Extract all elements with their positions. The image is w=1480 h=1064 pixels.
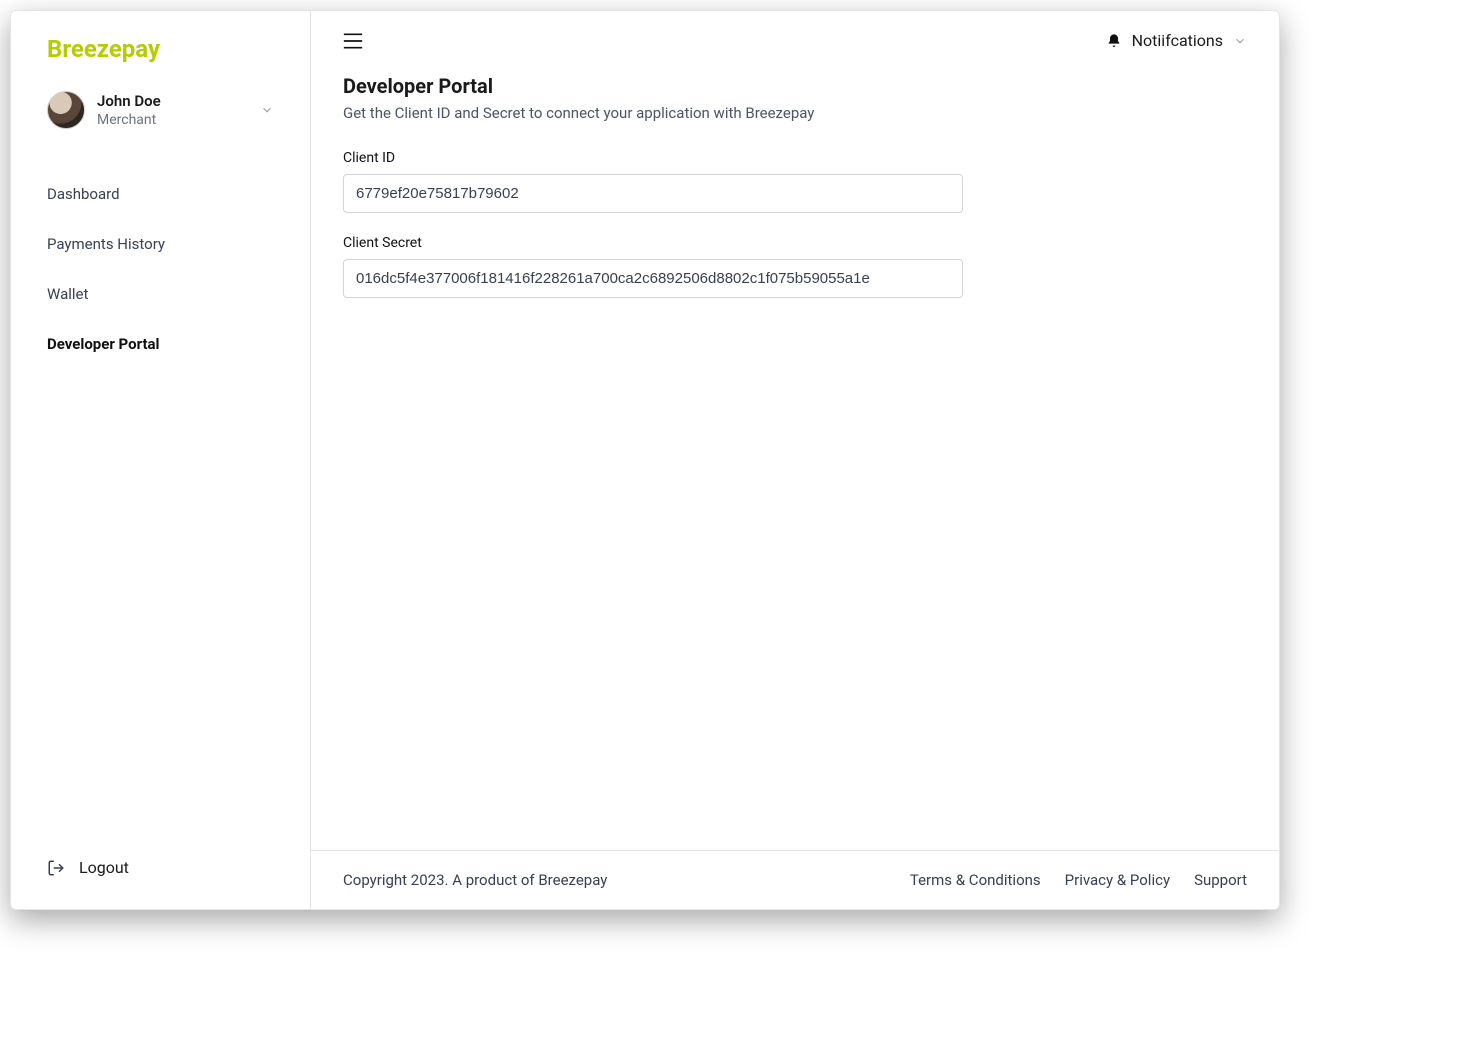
user-role: Merchant <box>97 112 248 128</box>
sidebar-nav: Dashboard Payments History Wallet Develo… <box>11 153 310 842</box>
page-subtitle: Get the Client ID and Secret to connect … <box>343 104 1247 122</box>
client-secret-field: Client Secret <box>343 235 1247 298</box>
topbar: Notiifcations <box>311 11 1279 58</box>
app-window: Breezepay John Doe Merchant Dashboard Pa… <box>10 10 1280 910</box>
logout-button[interactable]: Logout <box>11 842 310 885</box>
user-meta: John Doe Merchant <box>97 92 248 128</box>
avatar <box>47 91 85 129</box>
sidebar: Breezepay John Doe Merchant Dashboard Pa… <box>11 11 311 909</box>
chevron-down-icon <box>1233 34 1247 48</box>
client-id-label: Client ID <box>343 150 1247 166</box>
footer: Copyright 2023. A product of Breezepay T… <box>311 850 1279 909</box>
page-title: Developer Portal <box>343 74 1247 98</box>
footer-links: Terms & Conditions Privacy & Policy Supp… <box>910 871 1247 889</box>
client-id-input[interactable] <box>343 174 963 213</box>
user-name: John Doe <box>97 92 248 110</box>
brand-logo: Breezepay <box>11 35 310 75</box>
logout-label: Logout <box>79 858 129 877</box>
footer-link-terms[interactable]: Terms & Conditions <box>910 871 1041 889</box>
client-id-field: Client ID <box>343 150 1247 213</box>
sidebar-item-payments-history[interactable]: Payments History <box>11 223 310 265</box>
footer-copy-prefix: Copyright 2023. A product of <box>343 871 538 889</box>
content: Developer Portal Get the Client ID and S… <box>311 58 1279 850</box>
notifications-label: Notiifcations <box>1132 31 1223 50</box>
sidebar-item-developer-portal[interactable]: Developer Portal <box>11 323 310 365</box>
logout-icon <box>47 859 65 877</box>
footer-copyright: Copyright 2023. A product of Breezepay <box>343 871 607 889</box>
footer-link-support[interactable]: Support <box>1194 871 1247 889</box>
sidebar-item-wallet[interactable]: Wallet <box>11 273 310 315</box>
main: Notiifcations Developer Portal Get the C… <box>311 11 1279 909</box>
chevron-down-icon <box>260 103 274 117</box>
hamburger-icon[interactable] <box>343 33 363 49</box>
footer-link-privacy[interactable]: Privacy & Policy <box>1065 871 1170 889</box>
sidebar-item-dashboard[interactable]: Dashboard <box>11 173 310 215</box>
user-menu[interactable]: John Doe Merchant <box>11 75 310 153</box>
client-secret-label: Client Secret <box>343 235 1247 251</box>
bell-icon <box>1106 33 1122 49</box>
footer-copy-brand: Breezepay <box>538 871 607 889</box>
client-secret-input[interactable] <box>343 259 963 298</box>
notifications-menu[interactable]: Notiifcations <box>1106 31 1247 50</box>
